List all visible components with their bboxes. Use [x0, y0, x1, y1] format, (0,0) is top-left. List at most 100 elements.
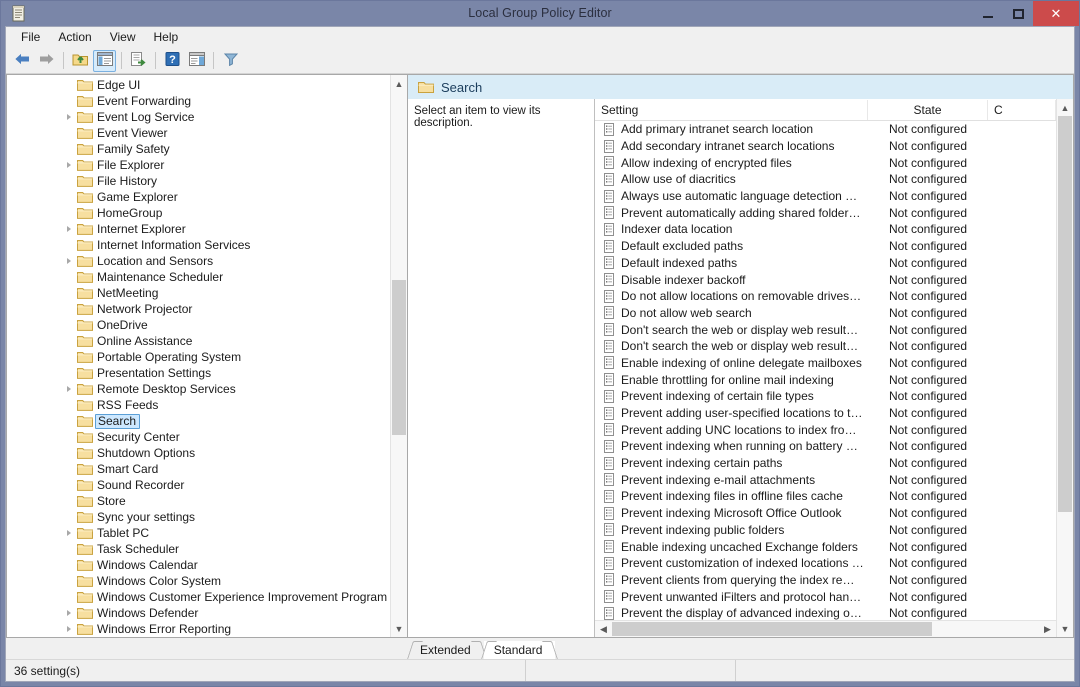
tree-item-sound-recorder[interactable]: Sound Recorder: [7, 477, 390, 493]
expand-chevron-icon[interactable]: [61, 114, 77, 120]
expand-chevron-icon[interactable]: [61, 530, 77, 536]
setting-row[interactable]: Prevent unwanted iFilters and protocol h…: [595, 588, 1056, 605]
setting-row[interactable]: Prevent indexing certain paths Not config…: [595, 455, 1056, 472]
tree-item-internet-explorer[interactable]: Internet Explorer: [7, 221, 390, 237]
setting-row[interactable]: Enable throttling for online mail indexi…: [595, 371, 1056, 388]
column-header-comment[interactable]: C: [988, 100, 1056, 120]
list-hscroll-track[interactable]: [612, 621, 1039, 637]
setting-row[interactable]: Prevent the display of advanced indexing…: [595, 605, 1056, 620]
setting-row[interactable]: Enable indexing uncached Exchange folder…: [595, 538, 1056, 555]
setting-row[interactable]: Prevent indexing e-mail attachments Not c…: [595, 471, 1056, 488]
expand-chevron-icon[interactable]: [61, 386, 77, 392]
tree-item-homegroup[interactable]: HomeGroup: [7, 205, 390, 221]
setting-row[interactable]: Prevent indexing files in offline files …: [595, 488, 1056, 505]
tree-item-file-history[interactable]: File History: [7, 173, 390, 189]
list-horizontal-scrollbar[interactable]: ◀ ▶: [595, 620, 1056, 637]
list-vscroll-thumb[interactable]: [1058, 116, 1072, 512]
help-button[interactable]: ?: [161, 50, 184, 72]
tree-item-portable-operating-system[interactable]: Portable Operating System: [7, 349, 390, 365]
export-list-button[interactable]: [127, 50, 150, 72]
column-header-state[interactable]: State: [868, 100, 988, 120]
tab-extended[interactable]: Extended: [407, 641, 487, 659]
close-button[interactable]: ✕: [1033, 1, 1079, 26]
tree-item-store[interactable]: Store: [7, 493, 390, 509]
tree-item-remote-desktop-services[interactable]: Remote Desktop Services: [7, 381, 390, 397]
tree-scroll-track[interactable]: [391, 92, 407, 620]
tree-item-online-assistance[interactable]: Online Assistance: [7, 333, 390, 349]
setting-row[interactable]: Don't search the web or display web resu…: [595, 338, 1056, 355]
setting-row[interactable]: Prevent adding user-specified locations …: [595, 405, 1056, 422]
menu-file[interactable]: File: [12, 28, 49, 46]
tree-item-presentation-settings[interactable]: Presentation Settings: [7, 365, 390, 381]
tree-item-event-viewer[interactable]: Event Viewer: [7, 125, 390, 141]
list-scroll-left-button[interactable]: ◀: [595, 621, 612, 637]
tree-item-location-and-sensors[interactable]: Location and Sensors: [7, 253, 390, 269]
tree-item-windows-customer-experience-improvement-program[interactable]: Windows Customer Experience Improvement …: [7, 589, 390, 605]
setting-row[interactable]: Allow use of diacritics Not configured: [595, 171, 1056, 188]
menu-view[interactable]: View: [101, 28, 145, 46]
setting-row[interactable]: Add primary intranet search location Not …: [595, 121, 1056, 138]
show-hide-action-pane-button[interactable]: [185, 50, 208, 72]
tree-scroll-down-button[interactable]: ▼: [391, 620, 407, 637]
setting-row[interactable]: Default excluded paths Not configured: [595, 238, 1056, 255]
tree-item-shutdown-options[interactable]: Shutdown Options: [7, 445, 390, 461]
tree-item-family-safety[interactable]: Family Safety: [7, 141, 390, 157]
tree-item-maintenance-scheduler[interactable]: Maintenance Scheduler: [7, 269, 390, 285]
show-hide-console-tree-button[interactable]: [93, 49, 116, 72]
expand-chevron-icon[interactable]: [61, 226, 77, 232]
expand-chevron-icon[interactable]: [61, 610, 77, 616]
forward-button[interactable]: [35, 50, 58, 72]
tree-vertical-scrollbar[interactable]: ▲ ▼: [390, 75, 407, 637]
list-vscroll-track[interactable]: [1057, 116, 1073, 620]
tab-standard[interactable]: Standard: [480, 641, 559, 659]
menu-action[interactable]: Action: [49, 28, 100, 46]
setting-row[interactable]: Prevent automatically adding shared fold…: [595, 204, 1056, 221]
setting-row[interactable]: Prevent adding UNC locations to index fr…: [595, 421, 1056, 438]
back-button[interactable]: [11, 50, 34, 72]
setting-row[interactable]: Disable indexer backoff Not configured: [595, 271, 1056, 288]
tree-item-file-explorer[interactable]: File Explorer: [7, 157, 390, 173]
tree-item-task-scheduler[interactable]: Task Scheduler: [7, 541, 390, 557]
setting-row[interactable]: Prevent indexing public folders Not confi…: [595, 522, 1056, 539]
tree-item-event-log-service[interactable]: Event Log Service: [7, 109, 390, 125]
setting-row[interactable]: Indexer data location Not configured: [595, 221, 1056, 238]
tree-item-security-center[interactable]: Security Center: [7, 429, 390, 445]
setting-row[interactable]: Do not allow web search Not configured: [595, 305, 1056, 322]
setting-row[interactable]: Default indexed paths Not configured: [595, 255, 1056, 272]
list-hscroll-thumb[interactable]: [612, 622, 933, 636]
setting-row[interactable]: Add secondary intranet search locations N…: [595, 138, 1056, 155]
tree-item-network-projector[interactable]: Network Projector: [7, 301, 390, 317]
setting-row[interactable]: Allow indexing of encrypted files Not con…: [595, 154, 1056, 171]
filter-button[interactable]: [219, 50, 242, 72]
tree-item-onedrive[interactable]: OneDrive: [7, 317, 390, 333]
column-header-setting[interactable]: Setting: [595, 100, 868, 120]
tree-item-search[interactable]: Search: [7, 413, 390, 429]
up-one-level-button[interactable]: [69, 50, 92, 72]
tree-item-windows-error-reporting[interactable]: Windows Error Reporting: [7, 621, 390, 637]
setting-row[interactable]: Prevent customization of indexed locatio…: [595, 555, 1056, 572]
tree-scroll-up-button[interactable]: ▲: [391, 75, 407, 92]
setting-row[interactable]: Always use automatic language detection …: [595, 188, 1056, 205]
tree-item-internet-information-services[interactable]: Internet Information Services: [7, 237, 390, 253]
setting-row[interactable]: Prevent indexing Microsoft Office Outloo…: [595, 505, 1056, 522]
tree-item-event-forwarding[interactable]: Event Forwarding: [7, 93, 390, 109]
setting-row[interactable]: Prevent clients from querying the index …: [595, 572, 1056, 589]
setting-row[interactable]: Don't search the web or display web resu…: [595, 321, 1056, 338]
setting-row[interactable]: Prevent indexing when running on battery…: [595, 438, 1056, 455]
tree-item-sync-your-settings[interactable]: Sync your settings: [7, 509, 390, 525]
list-scroll-right-button[interactable]: ▶: [1039, 621, 1056, 637]
expand-chevron-icon[interactable]: [61, 626, 77, 632]
setting-row[interactable]: Do not allow locations on removable driv…: [595, 288, 1056, 305]
tree-scroll-thumb[interactable]: [392, 280, 406, 435]
list-scroll-down-button[interactable]: ▼: [1057, 620, 1073, 637]
tree-item-rss-feeds[interactable]: RSS Feeds: [7, 397, 390, 413]
list-vertical-scrollbar[interactable]: ▲ ▼: [1056, 99, 1073, 637]
expand-chevron-icon[interactable]: [61, 162, 77, 168]
tree-item-edge-ui[interactable]: Edge UI: [7, 77, 390, 93]
tree-item-netmeeting[interactable]: NetMeeting: [7, 285, 390, 301]
tree-item-smart-card[interactable]: Smart Card: [7, 461, 390, 477]
tree-item-windows-color-system[interactable]: Windows Color System: [7, 573, 390, 589]
minimize-button[interactable]: [973, 1, 1003, 26]
tree-item-windows-calendar[interactable]: Windows Calendar: [7, 557, 390, 573]
list-scroll-up-button[interactable]: ▲: [1057, 99, 1073, 116]
